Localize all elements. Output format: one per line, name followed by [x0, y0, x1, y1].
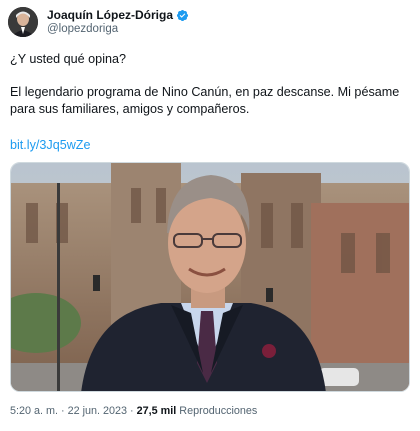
tweet-time[interactable]: 5:20 a. m. [10, 405, 58, 417]
meta-separator: · [58, 405, 68, 417]
author-info: Joaquín López-Dóriga @lopezdoriga [47, 8, 189, 36]
tweet-link[interactable]: bit.ly/3Jq5wZe [10, 138, 91, 152]
views-count: 27,5 mil [136, 405, 177, 417]
display-name[interactable]: Joaquín López-Dóriga [47, 8, 173, 22]
avatar[interactable] [8, 7, 38, 37]
meta-separator: · [127, 405, 137, 417]
display-name-row: Joaquín López-Dóriga [47, 8, 189, 22]
tweet-text-line1: ¿Y usted qué opina? [10, 52, 127, 66]
tweet-meta: 5:20 a. m. · 22 jun. 2023 · 27,5 mil Rep… [10, 405, 257, 417]
tweet-media-image[interactable] [10, 162, 410, 392]
tweet-date[interactable]: 22 jun. 2023 [68, 405, 127, 417]
verified-badge-icon [176, 9, 189, 22]
tweet-text-line2: El legendario programa de Nino Canún, en… [10, 85, 400, 116]
tweet-card: Joaquín López-Dóriga @lopezdoriga ¿Y ust… [0, 0, 420, 431]
views-label: Reproducciones [176, 405, 258, 417]
tweet-header: Joaquín López-Dóriga @lopezdoriga [8, 7, 189, 37]
handle[interactable]: @lopezdoriga [47, 22, 189, 36]
